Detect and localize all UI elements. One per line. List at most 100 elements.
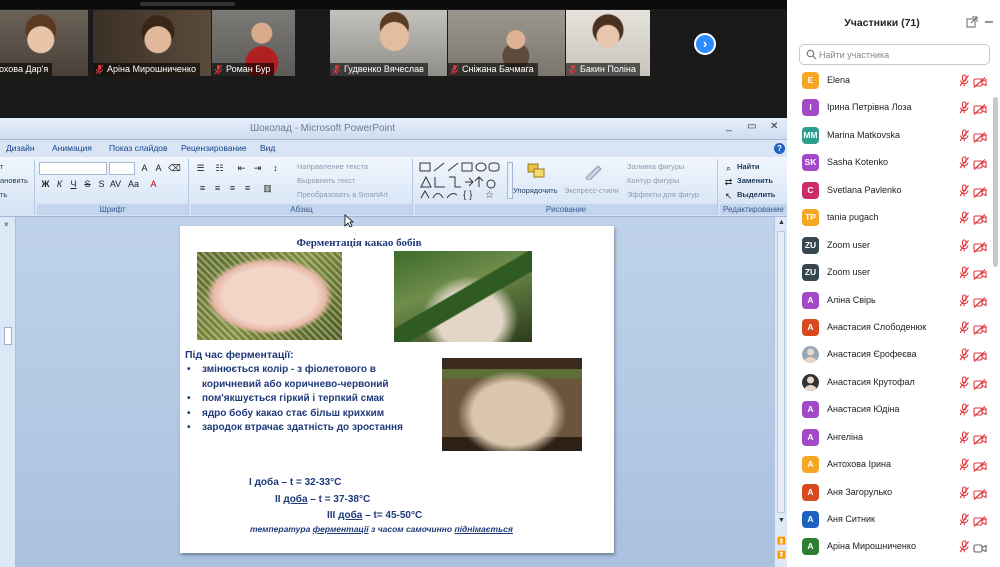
mic-muted-icon[interactable] <box>958 458 970 471</box>
vertical-scrollbar[interactable]: ▲ ▼ ⏫ ⏬ <box>774 217 787 567</box>
video-tile[interactable]: Гудвенко Вячеслав <box>330 10 447 76</box>
prev-slide-icon[interactable]: ⏫ <box>777 537 786 545</box>
mic-muted-icon[interactable] <box>958 486 970 499</box>
maximize-button[interactable]: ▭ <box>747 121 756 132</box>
shrink-font-icon[interactable]: A <box>152 162 165 174</box>
bold-icon[interactable]: Ж <box>39 178 52 190</box>
video-off-icon[interactable] <box>973 295 987 308</box>
video-off-icon[interactable] <box>973 349 987 363</box>
participant-row[interactable]: A Аня Ситник <box>787 506 1000 533</box>
arrange-button[interactable]: Упорядочить <box>513 186 558 195</box>
mic-muted-icon[interactable] <box>958 266 970 279</box>
video-off-icon[interactable] <box>973 322 987 335</box>
video-off-icon[interactable] <box>973 157 987 171</box>
next-slide-icon[interactable]: ⏬ <box>777 551 786 559</box>
numbering-icon[interactable]: ☷ <box>213 162 226 174</box>
video-tile[interactable]: Антохова Дар'я <box>0 10 88 76</box>
participant-row[interactable]: A Ангеліна <box>787 424 1000 451</box>
mic-muted-icon[interactable] <box>958 129 970 142</box>
italic-icon[interactable]: К <box>53 178 66 190</box>
tab-design[interactable]: Дизайн <box>6 143 35 153</box>
mic-muted-icon[interactable] <box>958 74 970 87</box>
mic-muted-icon[interactable] <box>958 211 970 224</box>
participant-row[interactable]: A Аріна Мирошниченко <box>787 533 1000 560</box>
line-spacing-icon[interactable]: ↕ <box>269 162 282 174</box>
pop-out-icon[interactable] <box>966 16 978 28</box>
bullets-icon[interactable]: ☰ <box>194 162 207 174</box>
video-off-icon[interactable] <box>973 130 987 143</box>
minimize-button[interactable]: _ <box>726 121 732 132</box>
video-off-icon[interactable] <box>973 404 987 418</box>
shapes-gallery-icon[interactable]: { } ☆ <box>419 162 507 200</box>
scroll-up-icon[interactable]: ▲ <box>778 219 785 226</box>
video-tile[interactable]: Бакин Поліна <box>566 10 650 76</box>
justify-icon[interactable]: ≡ <box>241 182 254 194</box>
participant-row[interactable]: I Ірина Петрівна Лоза <box>787 94 1000 121</box>
underline-icon[interactable]: Ч <box>67 178 80 190</box>
font-color-icon[interactable]: A <box>147 178 160 190</box>
strikethrough-icon[interactable]: S <box>81 178 94 190</box>
mic-muted-icon[interactable] <box>958 101 970 114</box>
participant-row[interactable]: C Svetlana Pavlenko <box>787 177 1000 204</box>
participant-row[interactable]: ZU Zoom user <box>787 259 1000 286</box>
slides-pane[interactable]: × <box>0 217 16 567</box>
participant-row[interactable]: A Аня Загорулько <box>787 479 1000 506</box>
mic-muted-icon[interactable] <box>958 321 970 334</box>
video-off-icon[interactable] <box>973 432 987 445</box>
grow-font-icon[interactable]: A <box>138 162 151 174</box>
participant-row[interactable]: A Анастасия Слободенюк <box>787 314 1000 341</box>
close-button[interactable]: ✕ <box>770 121 778 132</box>
video-off-icon[interactable] <box>973 267 987 281</box>
mic-muted-icon[interactable] <box>958 513 970 526</box>
mic-muted-icon[interactable] <box>958 403 970 416</box>
columns-icon[interactable]: ▥ <box>261 182 274 194</box>
participant-row[interactable]: ZU Zoom user <box>787 232 1000 259</box>
pane-scroll-thumb[interactable] <box>4 327 12 345</box>
video-tile[interactable]: Аріна Мирошниченко <box>93 10 211 76</box>
participant-row[interactable]: Анастасия Крутофал <box>787 369 1000 396</box>
shape-outline-button[interactable]: Контур фигуры <box>627 176 679 185</box>
outdent-icon[interactable]: ⇤ <box>235 162 248 174</box>
mic-muted-icon[interactable] <box>958 540 970 553</box>
spacing-icon[interactable]: AV <box>109 178 122 190</box>
video-off-icon[interactable] <box>973 212 987 226</box>
video-off-icon[interactable] <box>973 240 987 253</box>
video-off-icon[interactable] <box>973 185 987 198</box>
align-left-icon[interactable]: ≡ <box>196 182 209 194</box>
mic-muted-icon[interactable] <box>958 376 970 389</box>
slide[interactable]: Ферментація какао бобів Під час фермента… <box>180 226 614 553</box>
align-center-icon[interactable]: ≡ <box>211 182 224 194</box>
mic-muted-icon[interactable] <box>958 156 970 169</box>
participant-row[interactable]: SK Sasha Kotenko <box>787 149 1000 176</box>
help-icon[interactable]: ? <box>774 143 785 154</box>
ribbon-clip-item[interactable]: ановить <box>0 176 28 185</box>
video-off-icon[interactable] <box>973 514 987 527</box>
video-off-icon[interactable] <box>973 487 987 500</box>
font-size-select[interactable] <box>109 162 135 175</box>
participant-row[interactable]: MM Marina Matkovska <box>787 122 1000 149</box>
align-text-button[interactable]: Выровнять текст <box>297 176 355 185</box>
participant-row[interactable]: A Анастасия Юдіна <box>787 396 1000 423</box>
video-tile[interactable]: Роман Бур <box>212 10 295 76</box>
video-off-icon[interactable] <box>973 102 987 116</box>
collapse-panel-icon[interactable] <box>983 16 995 28</box>
indent-icon[interactable]: ⇥ <box>251 162 264 174</box>
panel-scrollbar[interactable] <box>993 97 998 267</box>
video-tile[interactable]: Сніжана Бачмага <box>448 10 565 76</box>
shape-fill-button[interactable]: Заливка фигуры <box>627 162 684 171</box>
replace-button[interactable]: Заменить <box>737 176 773 185</box>
text-direction-button[interactable]: Направление текста <box>297 162 368 171</box>
scroll-down-icon[interactable]: ▼ <box>778 517 785 524</box>
case-icon[interactable]: Aa <box>127 178 140 190</box>
mic-muted-icon[interactable] <box>958 293 970 307</box>
participant-row[interactable]: Анастасия Єрофеєва <box>787 341 1000 368</box>
mic-muted-icon[interactable] <box>958 348 970 361</box>
participant-row[interactable]: TP tania pugach <box>787 204 1000 231</box>
video-off-icon[interactable] <box>973 75 987 88</box>
tab-animation[interactable]: Анимация <box>52 143 92 153</box>
ribbon-clip-item[interactable]: т <box>0 162 3 171</box>
font-name-select[interactable] <box>39 162 107 175</box>
clear-format-icon[interactable]: ⌫ <box>168 162 181 174</box>
next-page-button[interactable]: › <box>694 33 716 55</box>
select-button[interactable]: Выделить <box>737 190 775 199</box>
